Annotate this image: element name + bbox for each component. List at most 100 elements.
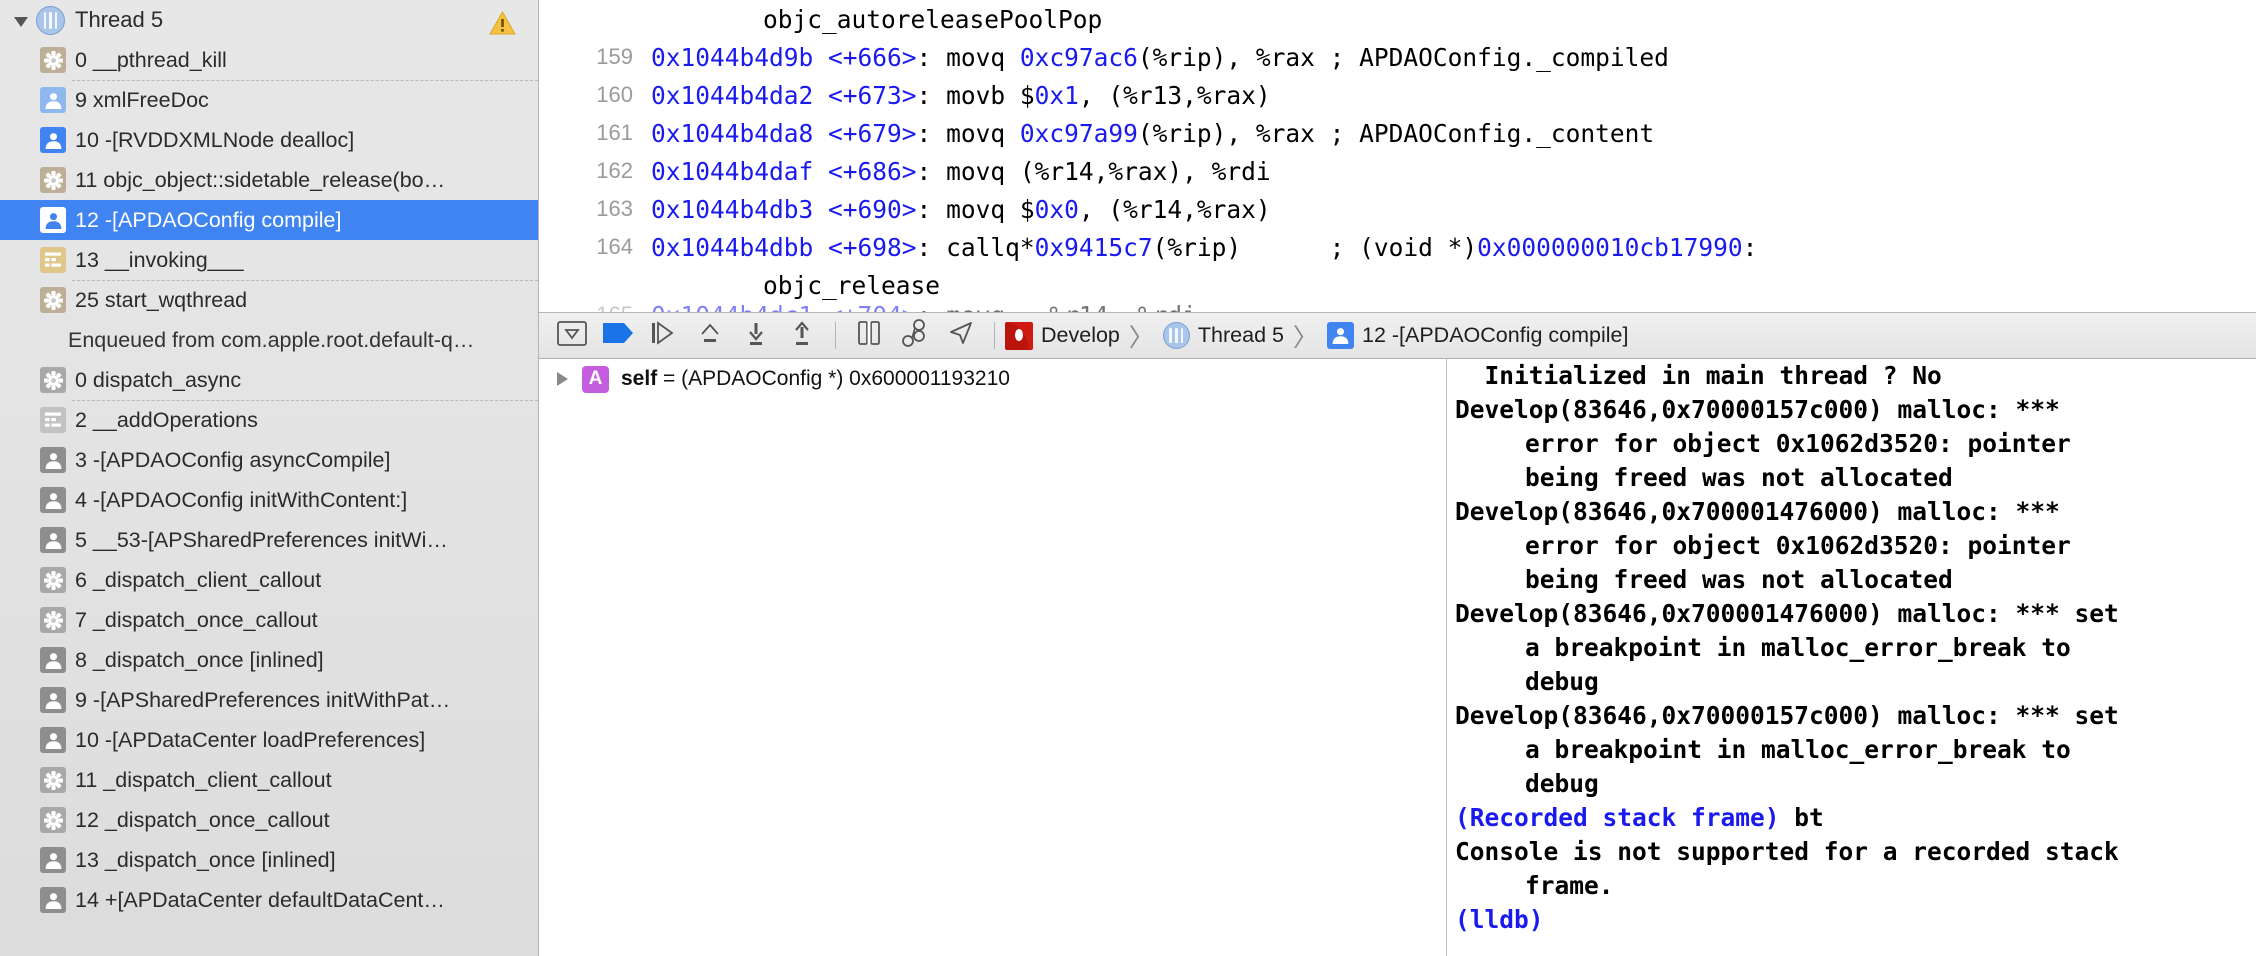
stack-frame-row[interactable]: 9 -[APSharedPreferences initWithPat… [0,680,538,720]
stack-frame-label: 0 __pthread_kill [75,47,227,72]
variable-name: self [621,367,658,390]
breadcrumb[interactable]: Develop 〉 Thread 5 〉 12 -[APDAOConfig co… [1005,318,1628,354]
breadcrumb-item-thread[interactable]: Thread 5 [1162,322,1284,349]
console-line: being freed was not allocated [1525,565,1953,594]
deactivate-breakpoints-button[interactable] [595,316,641,356]
gear-icon [40,367,66,393]
stack-frame-row[interactable]: 0 dispatch_async [0,360,538,400]
chevron-down-icon[interactable] [14,16,28,27]
assembly-line[interactable]: 159 0x1044b4d9b <+666>: movq 0xc97ac6(%rip… [539,38,2256,76]
breadcrumb-label-thread: Thread 5 [1197,323,1284,347]
stack-frame-row[interactable]: 4 -[APDAOConfig initWithContent:] [0,480,538,520]
clipped-offset: <+704> [828,304,917,312]
stack-frame-row[interactable]: 11 _dispatch_client_callout [0,760,538,800]
instruction-mnemonic: movq [946,194,1006,224]
breadcrumb-label-app: Develop [1041,323,1120,347]
stack-frame-row[interactable]: 10 -[APDataCenter loadPreferences] [0,720,538,760]
breadcrumb-item-app[interactable]: Develop [1005,321,1120,350]
instruction-address: 0x1044b4da8 [651,118,814,148]
stack-frame-row[interactable]: 2 __addOperations [0,400,538,440]
step-over-button[interactable] [687,316,733,356]
stack-frame-row[interactable]: 3 -[APDAOConfig asyncCompile] [0,440,538,480]
console-line: (Recorded stack frame) bt [1455,803,1824,832]
continue-button[interactable] [641,316,687,356]
toolbar-separator-2 [994,322,995,349]
assembly-clipped-line: 165 0x1044b4dc1 <+704>: movq %r14, %rdi [539,304,2256,312]
instruction-address: 0x1044b4dbb [651,232,814,262]
stack-frame-label: 11 objc_object::sidetable_release(bo… [75,167,446,192]
instruction-mnemonic: movq [946,118,1006,148]
stack-frame-row[interactable]: 11 objc_object::sidetable_release(bo… [0,160,538,200]
console-line: Develop(83646,0x70000157c000) malloc: **… [1455,395,2060,424]
person-icon [40,647,66,673]
stack-frame-row[interactable]: 12 _dispatch_once_callout [0,800,538,840]
breadcrumb-item-frame[interactable]: 12 -[APDAOConfig compile] [1326,322,1628,349]
assembly-editor[interactable]: objc_autoreleasePoolPop 159 0x1044b4d9b <… [539,0,2256,312]
stack-frame-label: 8 _dispatch_once [inlined] [75,647,324,672]
stack-frame-row[interactable]: 14 +[APDataCenter defaultDataCent… [0,880,538,920]
instruction-comment: ; APDAOConfig._content [1329,118,1655,148]
instruction-mnemonic: callq [946,232,1020,262]
stack-frame-label: 9 -[APSharedPreferences initWithPat… [75,687,451,712]
list-icon [40,247,66,273]
stack-frame-row[interactable]: 13 _dispatch_once [inlined] [0,840,538,880]
console-output[interactable]: Initialized in main thread ? No Develop(8… [1447,359,2256,956]
person-icon [40,687,66,713]
debug-toolbar[interactable]: Develop 〉 Thread 5 〉 12 -[APDAOConfig co… [539,312,2256,359]
thread-spool-icon [36,5,65,35]
stack-frame-row[interactable]: 8 _dispatch_once [inlined] [0,640,538,680]
list-icon [40,407,66,433]
stack-frame-row[interactable]: 5 __53-[APSharedPreferences initWi… [0,520,538,560]
console-line: a breakpoint in malloc_error_break to [1525,633,2071,662]
memory-graph-icon [900,319,930,352]
thread-row[interactable]: Thread 5 [0,0,538,40]
stack-frame-row[interactable]: 9 xmlFreeDoc [0,80,538,120]
stack-frame-row[interactable]: 0 __pthread_kill [0,40,538,80]
gear-icon [40,567,66,593]
person-icon [1326,322,1354,349]
enqueued-stack-frame-list[interactable]: 0 dispatch_async 2 __addOperations 3 -[APD… [0,360,538,920]
instruction-address: 0x1044b4db3 [651,194,814,224]
assembly-line[interactable]: 161 0x1044b4da8 <+679>: movq 0xc97a99(%rip… [539,114,2256,152]
stack-frame-label: 13 _dispatch_once [inlined] [75,847,336,872]
stack-frame-row[interactable]: 10 -[RVDDXMLNode dealloc] [0,120,538,160]
line-number: 163 [596,196,633,221]
person-icon [40,887,66,913]
simulate-location-button[interactable] [938,316,984,356]
warning-triangle-icon [489,10,516,35]
instruction-address: 0x1044b4daf [651,156,814,186]
stack-frame-row[interactable]: 7 _dispatch_once_callout [0,600,538,640]
assembly-line[interactable]: 163 0x1044b4db3 <+690>: movq $0x0, (%r14,%… [539,190,2256,228]
debug-navigator[interactable]: Thread 5 0 __pthread_kill 9 xmlFreeDoc 10 … [0,0,539,956]
stack-frame-row[interactable]: 13 __invoking___ [0,240,538,280]
console-line: frame. [1525,871,1614,900]
editor-and-debug-area: objc_autoreleasePoolPop 159 0x1044b4d9b <… [539,0,2256,956]
person-icon [40,847,66,873]
stack-frame-label: 9 xmlFreeDoc [75,87,209,112]
stack-frame-list[interactable]: 0 __pthread_kill 9 xmlFreeDoc 10 -[RVDDXML… [0,40,538,320]
debug-memory-graph-button[interactable] [892,316,938,356]
instruction-mnemonic: movb [946,80,1006,110]
variable-row-self[interactable]: A self = (APDAOConfig *) 0x600001193210 [539,359,1446,399]
person-icon [40,207,66,233]
assembly-line[interactable]: 160 0x1044b4da2 <+673>: movb $0x1, (%r13,%… [539,76,2256,114]
console-line: Initialized in main thread ? No [1455,361,1942,390]
instruction-mnemonic: movq [946,156,1006,186]
breadcrumb-separator-1: 〉 [1128,323,1154,352]
enqueued-from-label: Enqueued from com.apple.root.default-q… [68,327,475,352]
hide-debug-area-icon [557,320,587,351]
variables-view[interactable]: A self = (APDAOConfig *) 0x600001193210 [539,359,1447,956]
assembly-line[interactable]: 164 0x1044b4dbb <+698>: callq *0x9415c7(%r… [539,228,2256,266]
assembly-line[interactable]: 162 0x1044b4daf <+686>: movq (%r14,%rax), … [539,152,2256,190]
debug-view-hierarchy-button[interactable] [846,316,892,356]
stack-frame-row[interactable]: 6 _dispatch_client_callout [0,560,538,600]
stack-frame-row[interactable]: 12 -[APDAOConfig compile] [0,200,538,240]
gear-icon [40,287,66,313]
breakpoint-arrow-icon [602,321,634,350]
stack-frame-row[interactable]: 25 start_wqthread [0,280,538,320]
step-into-button[interactable] [733,316,779,356]
step-out-button[interactable] [779,316,825,356]
hide-debug-area-button[interactable] [549,316,595,356]
assembly-header-text: objc_autoreleasePoolPop [763,4,1103,34]
chevron-right-icon[interactable] [557,372,568,386]
